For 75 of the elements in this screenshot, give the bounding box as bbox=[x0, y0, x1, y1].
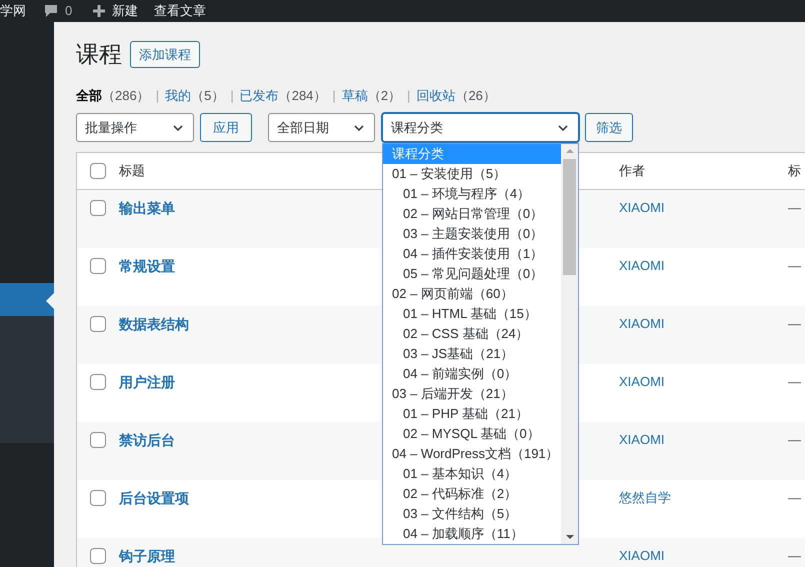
row-checkbox[interactable] bbox=[90, 374, 106, 390]
course-title-link[interactable]: 数据表结构 bbox=[119, 316, 189, 332]
row-checkbox[interactable] bbox=[90, 432, 106, 448]
author-link[interactable]: 悠然自学 bbox=[619, 490, 671, 505]
table-cell-text: — bbox=[788, 489, 801, 507]
column-header[interactable]: 作者 bbox=[619, 163, 645, 178]
dropdown-option[interactable]: 04 – 加载顺序（11） bbox=[383, 524, 561, 544]
table-cell-text: — bbox=[788, 257, 801, 275]
row-checkbox[interactable] bbox=[90, 258, 106, 274]
dropdown-option[interactable]: 01 – PHP 基础（21） bbox=[383, 404, 561, 424]
separator: | bbox=[156, 86, 160, 105]
author-link[interactable]: XIAOMI bbox=[619, 432, 665, 447]
author-link[interactable]: XIAOMI bbox=[619, 374, 665, 389]
column-header[interactable]: 标题 bbox=[119, 163, 145, 178]
separator: | bbox=[407, 86, 410, 105]
view-filter-link[interactable]: 回收站（26） bbox=[416, 86, 496, 105]
table-cell-text: — bbox=[788, 547, 801, 565]
view-posts-link[interactable]: 查看文章 bbox=[154, 1, 206, 21]
category-select[interactable]: 课程分类 bbox=[382, 113, 579, 142]
author-link[interactable]: XIAOMI bbox=[619, 258, 665, 273]
course-title-link[interactable]: 输出菜单 bbox=[119, 200, 175, 216]
dropdown-option[interactable]: 01 – 环境与程序（4） bbox=[383, 184, 561, 204]
comment-icon[interactable] bbox=[43, 3, 59, 19]
column-header[interactable]: 标 bbox=[788, 161, 801, 181]
page-title: 课程 bbox=[76, 40, 122, 69]
view-filter-link[interactable]: 全部（286） bbox=[76, 86, 150, 105]
row-checkbox[interactable] bbox=[90, 163, 106, 179]
dropdown-option[interactable]: 02 – 网站日常管理（0） bbox=[383, 204, 561, 224]
course-title-link[interactable]: 禁访后台 bbox=[119, 432, 175, 448]
dropdown-option[interactable]: 02 – MYSQL 基础（0） bbox=[383, 424, 561, 444]
dropdown-option[interactable]: 01 – 安装使用（5） bbox=[383, 164, 561, 184]
table-cell-text: — bbox=[788, 431, 801, 449]
site-name-link[interactable]: 学网 bbox=[0, 1, 26, 21]
dropdown-option[interactable]: 04 – 前端实例（0） bbox=[383, 364, 561, 384]
dropdown-option[interactable]: 05 – 常见问题处理（0） bbox=[383, 264, 561, 284]
apply-button[interactable]: 应用 bbox=[200, 113, 252, 142]
course-title-link[interactable]: 常规设置 bbox=[119, 258, 175, 274]
author-link[interactable]: XIAOMI bbox=[619, 548, 665, 563]
dropdown-option[interactable]: 02 – 代码标准（2） bbox=[383, 484, 561, 504]
active-menu-item[interactable] bbox=[0, 283, 54, 316]
dropdown-option[interactable]: 03 – 主题安装使用（0） bbox=[383, 224, 561, 244]
dropdown-option[interactable]: 04 – WordPress文档（191） bbox=[383, 444, 561, 464]
row-checkbox[interactable] bbox=[90, 316, 106, 332]
view-filter-link[interactable]: 草稿（2） bbox=[342, 86, 402, 105]
author-link[interactable]: XIAOMI bbox=[619, 200, 665, 215]
course-title-link[interactable]: 后台设置项 bbox=[119, 490, 189, 506]
dropdown-option[interactable]: 04 – 插件安装使用（1） bbox=[383, 244, 561, 264]
separator: | bbox=[332, 86, 336, 105]
table-cell-text: — bbox=[788, 199, 801, 217]
dropdown-option[interactable]: 02 – CSS 基础（24） bbox=[383, 324, 561, 344]
row-checkbox[interactable] bbox=[90, 490, 106, 506]
dropdown-option[interactable]: 01 – 基本知识（4） bbox=[383, 464, 561, 484]
dropdown-option[interactable]: 03 – 后端开发（21） bbox=[383, 384, 561, 404]
date-select[interactable]: 全部日期 bbox=[268, 113, 375, 142]
new-link[interactable]: 新建 bbox=[112, 1, 138, 21]
row-checkbox[interactable] bbox=[90, 548, 106, 564]
dropdown-option[interactable]: 03 – 文件结构（5） bbox=[383, 504, 561, 524]
scrollbar[interactable] bbox=[561, 144, 578, 544]
view-filter-link[interactable]: 已发布（284） bbox=[240, 86, 326, 105]
dropdown-option[interactable]: 03 – JS基础（21） bbox=[383, 344, 561, 364]
dropdown-option[interactable]: 01 – HTML 基础（15） bbox=[383, 304, 561, 324]
separator: | bbox=[230, 86, 234, 105]
course-title-link[interactable]: 用户注册 bbox=[119, 374, 175, 390]
dropdown-option[interactable]: 02 – 网页前端（60） bbox=[383, 284, 561, 304]
course-title-link[interactable]: 钩子原理 bbox=[119, 548, 175, 564]
table-cell-text: — bbox=[788, 315, 801, 333]
comment-count: 0 bbox=[65, 2, 72, 20]
filter-button[interactable]: 筛选 bbox=[585, 113, 633, 142]
author-link[interactable]: XIAOMI bbox=[619, 316, 665, 331]
view-filter-link[interactable]: 我的（5） bbox=[165, 86, 224, 105]
bulk-action-select[interactable]: 批量操作 bbox=[76, 113, 194, 142]
row-checkbox[interactable] bbox=[90, 200, 106, 216]
plus-icon[interactable] bbox=[92, 4, 106, 18]
table-cell-text: — bbox=[788, 373, 801, 391]
add-course-button[interactable]: 添加课程 bbox=[130, 40, 200, 68]
